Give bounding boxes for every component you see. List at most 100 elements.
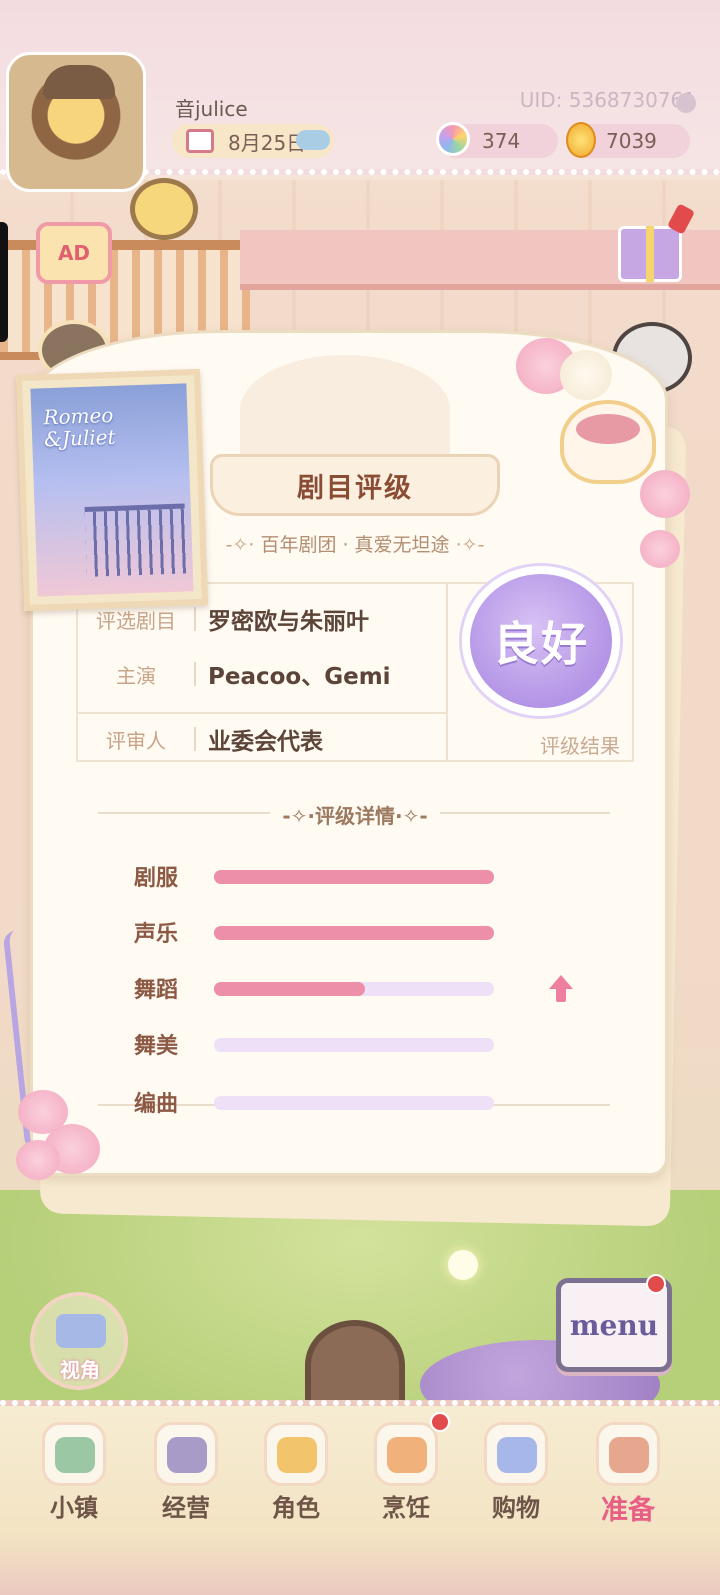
- romeo-juliet-poster: Romeo &Juliet: [15, 368, 209, 612]
- poster-balcony: [84, 503, 187, 577]
- player-avatar[interactable]: [6, 52, 146, 192]
- stat-label: 编曲: [134, 1092, 179, 1117]
- info-label: 评选剧目: [96, 608, 176, 633]
- stat-row-vocal: 声乐: [120, 916, 520, 947]
- nav-label: 角色: [272, 1494, 320, 1522]
- stat-track: [214, 1038, 494, 1052]
- info-divider-horizontal: [78, 712, 446, 714]
- stat-row-composition: 编曲: [120, 1086, 520, 1117]
- teacup-tea: [576, 414, 640, 444]
- coin-icon: [566, 122, 596, 158]
- arrow-head: [549, 975, 573, 989]
- nav-item-prepare[interactable]: 准备: [578, 1412, 678, 1537]
- screen-notch: [0, 222, 8, 342]
- player-uid: UID: 5368730761: [519, 88, 696, 112]
- info-divider-vertical: [446, 584, 448, 762]
- camera-view-label: 视角: [60, 1358, 100, 1382]
- gem-icon: [436, 122, 470, 156]
- background-lamp: [305, 1320, 405, 1410]
- player-nickname: 音julice: [175, 97, 248, 121]
- stat-row-costume: 剧服: [120, 860, 520, 891]
- gem-count: 374: [482, 129, 521, 153]
- stat-label: 舞蹈: [134, 978, 179, 1003]
- shopping-bag-icon: [497, 1437, 537, 1473]
- avatar-hat: [43, 65, 115, 99]
- gift-button[interactable]: [612, 203, 696, 286]
- rose-decoration: [640, 470, 690, 518]
- rating-emblem: [240, 355, 450, 465]
- camera-view-button[interactable]: 视角: [30, 1292, 128, 1390]
- title-banner: 剧目评级: [210, 454, 500, 516]
- details-title-text: 评级详情: [315, 804, 395, 828]
- info-separator: [194, 607, 196, 631]
- teacup-decoration: [560, 400, 656, 484]
- info-label: 评审人: [106, 728, 166, 753]
- rose-decoration: [560, 350, 612, 400]
- sandwich-icon: [387, 1437, 427, 1473]
- stat-label: 剧服: [134, 866, 179, 891]
- ad-button[interactable]: AD: [36, 222, 112, 284]
- stat-row-dance: 舞蹈: [120, 972, 520, 1003]
- details-deco-left-icon: -✧·: [282, 804, 315, 828]
- card-subtitle: -✧· 百年剧团 · 真爱无坦途 ·✧-: [200, 530, 510, 557]
- sparkle-left-icon: -✧·: [225, 534, 255, 556]
- stat-track: [214, 1096, 494, 1110]
- card-title: 剧目评级: [297, 472, 413, 504]
- upgrade-arrow-icon[interactable]: [549, 975, 573, 1003]
- info-separator: [194, 727, 196, 751]
- nav-item-business[interactable]: 经营: [136, 1412, 236, 1537]
- info-label: 主演: [116, 663, 156, 688]
- briefcase-icon: [167, 1437, 207, 1473]
- weather-cloud-icon: [296, 130, 330, 150]
- menu-label: menu: [569, 1308, 659, 1342]
- nav-icon-frame: [42, 1422, 106, 1486]
- nav-label: 烹饪: [382, 1494, 430, 1522]
- poster-art: Romeo &Juliet: [30, 383, 194, 597]
- nav-label: 准备: [601, 1495, 655, 1526]
- details-deco-right-icon: ·✧-: [395, 804, 428, 828]
- nav-label: 小镇: [50, 1494, 98, 1522]
- stat-fill: [214, 982, 366, 996]
- stat-fill: [214, 870, 494, 884]
- stat-track: [214, 870, 494, 884]
- grade-badge: 良好: [462, 566, 620, 716]
- date-text: 8月25日: [228, 130, 307, 155]
- info-value: 罗密欧与朱丽叶: [208, 609, 369, 635]
- stat-label: 舞美: [134, 1034, 179, 1059]
- coin-counter[interactable]: 7039: [566, 122, 690, 158]
- stat-track: [214, 982, 494, 996]
- stat-fill: [214, 926, 494, 940]
- nav-icon-frame: [154, 1422, 218, 1486]
- nav-label: 经营: [162, 1494, 210, 1522]
- poster-title-line2: &Juliet: [43, 424, 116, 452]
- info-row-judge: 评审人 业委会代表: [78, 716, 446, 762]
- info-separator: [194, 662, 196, 686]
- details-title: -✧·评级详情·✧-: [270, 800, 440, 829]
- info-value: Peacoo、Gemi: [208, 664, 391, 690]
- nav-item-shopping[interactable]: 购物: [466, 1412, 566, 1537]
- date-display[interactable]: 8月25日: [172, 124, 334, 158]
- copy-uid-icon[interactable]: [676, 93, 696, 113]
- gem-counter[interactable]: 374: [436, 122, 558, 158]
- background-garden-light: [448, 1250, 478, 1280]
- info-row-cast: 主演 Peacoo、Gemi: [78, 651, 446, 697]
- subtitle-text: 百年剧团 · 真爱无坦途: [260, 534, 450, 556]
- cooking-notification-dot: [430, 1412, 450, 1432]
- info-value: 业委会代表: [208, 729, 323, 755]
- gift-ribbon: [646, 226, 654, 282]
- stat-track: [214, 926, 494, 940]
- basket-icon: [609, 1437, 649, 1473]
- nav-item-characters[interactable]: 角色: [246, 1412, 346, 1537]
- map-icon: [55, 1437, 95, 1473]
- rose-decoration: [16, 1140, 60, 1180]
- stat-row-stage-design: 舞美: [120, 1028, 520, 1059]
- coin-count: 7039: [606, 129, 657, 153]
- character-portrait[interactable]: [130, 178, 198, 240]
- sparkle-right-icon: ·✧-: [455, 534, 485, 556]
- calendar-icon: [186, 129, 214, 153]
- nav-label: 购物: [492, 1494, 540, 1522]
- stat-label: 声乐: [134, 922, 179, 947]
- grade-caption: 评级结果: [540, 734, 620, 758]
- poster-title: Romeo &Juliet: [43, 403, 116, 452]
- nav-item-town[interactable]: 小镇: [24, 1412, 124, 1537]
